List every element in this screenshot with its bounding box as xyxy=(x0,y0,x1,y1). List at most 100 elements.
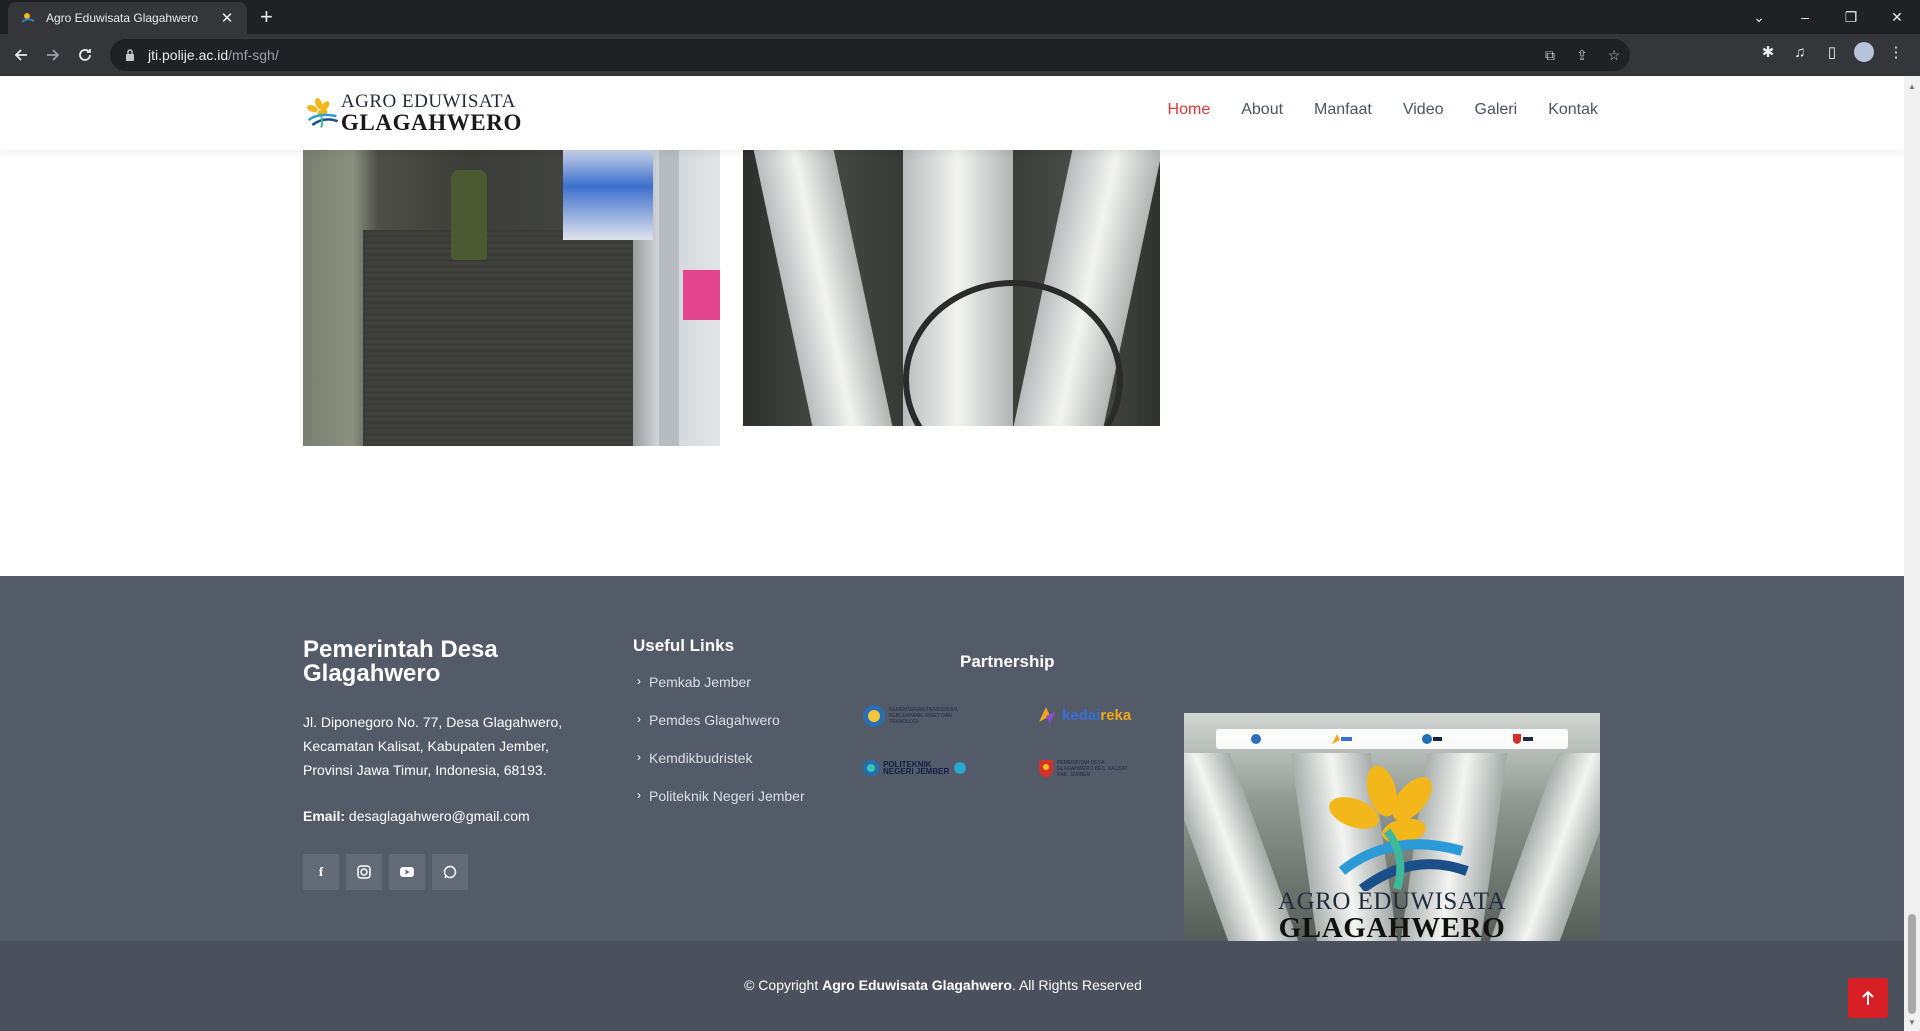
site-header: AGRO EDUWISATA GLAGAHWERO Home About Man… xyxy=(0,76,1904,150)
profile-avatar[interactable] xyxy=(1854,42,1874,62)
partner-logo-desa[interactable]: PEMERINTAH DESA GLAGAHWERO KEC. KALISAT … xyxy=(1038,759,1137,779)
footer-title: Pemerintah Desa Glagahwero xyxy=(303,636,498,687)
banner-kemdikbud-icon xyxy=(1251,734,1262,744)
facebook-icon[interactable]: f xyxy=(303,854,339,890)
chevron-right-icon: › xyxy=(637,788,641,802)
banner-kedaireka-icon xyxy=(1331,734,1352,744)
side-panel-icon[interactable]: ▯ xyxy=(1816,43,1848,61)
media-control-icon[interactable]: ♫ xyxy=(1784,44,1816,61)
chevron-right-icon: › xyxy=(637,674,641,688)
chevron-right-icon: › xyxy=(637,712,641,726)
main-nav: Home About Manfaat Video Galeri Kontak xyxy=(1137,101,1598,119)
browser-menu-icon[interactable]: ⋮ xyxy=(1880,43,1912,61)
footer-address: Jl. Diponegoro No. 77, Desa Glagahwero, … xyxy=(303,714,563,778)
nav-manfaat[interactable]: Manfaat xyxy=(1314,101,1372,119)
bookmark-star-icon[interactable]: ☆ xyxy=(1598,47,1630,64)
nav-galeri[interactable]: Galeri xyxy=(1475,101,1518,119)
omnibox-actions: ⧉ ⇪ ☆ xyxy=(1534,39,1630,71)
back-icon[interactable] xyxy=(8,42,34,68)
whatsapp-icon[interactable] xyxy=(432,854,468,890)
footer-link-polije[interactable]: › Politeknik Negeri Jember xyxy=(637,788,805,826)
photo-shelf xyxy=(563,150,653,240)
link-label: Pemdes Glagahwero xyxy=(649,712,780,728)
promo-text: AGRO EDUWISATA GLAGAHWERO xyxy=(1184,889,1600,941)
email-value[interactable]: desaglagahwero@gmail.com xyxy=(349,808,530,824)
url-path: /mf-sgh/ xyxy=(228,47,279,63)
arrow-up-icon xyxy=(1862,990,1874,1005)
share-icon[interactable]: ⇪ xyxy=(1566,47,1598,64)
jember-crest-icon xyxy=(1039,760,1053,778)
promo-line-1: AGRO EDUWISATA xyxy=(1278,888,1506,915)
partner-text: KEMENTERIAN PENDIDIKAN, KEBUDAYAAN, RISE… xyxy=(889,707,959,725)
reload-icon[interactable] xyxy=(72,42,98,68)
back-to-top-button[interactable] xyxy=(1848,978,1888,1018)
translate-icon[interactable]: ⧉ xyxy=(1534,47,1566,64)
photo-pipe xyxy=(753,150,893,426)
copyright-prefix: © Copyright xyxy=(744,977,819,993)
useful-links-list: › Pemkab Jember › Pemdes Glagahwero › Kemdi… xyxy=(637,674,805,826)
site-footer: Pemerintah Desa Glagahwero Jl. Diponegor… xyxy=(0,576,1904,941)
social-links: f xyxy=(303,854,475,890)
kedai-text: kedai xyxy=(1062,706,1101,724)
partner-logo-polije[interactable]: POLITEKNIK NEGERI JEMBER xyxy=(862,759,967,777)
promo-line-2: GLAGAHWERO xyxy=(1278,912,1506,942)
link-label: Pemkab Jember xyxy=(649,674,751,690)
banner-desa-icon xyxy=(1512,734,1533,744)
extension-icons: ✱ ♫ ▯ ⋮ xyxy=(1752,42,1912,62)
browser-tab[interactable]: Agro Eduwisata Glagahwero ✕ xyxy=(8,2,247,34)
photo-post xyxy=(659,150,679,446)
partner-text: POLITEKNIK NEGERI JEMBER xyxy=(883,760,950,776)
browser-tab-strip: Agro Eduwisata Glagahwero ✕ + ⌄ – ❐ ✕ xyxy=(0,0,1920,34)
footer-link-pemkab[interactable]: › Pemkab Jember xyxy=(637,674,805,712)
logo-mark-icon xyxy=(306,98,339,128)
site-logo[interactable]: AGRO EDUWISATA GLAGAHWERO xyxy=(306,88,522,138)
scroll-down-icon[interactable]: ▼ xyxy=(1908,1018,1916,1027)
photo-bottle xyxy=(451,170,487,260)
footer-link-pemdes[interactable]: › Pemdes Glagahwero xyxy=(637,712,805,750)
promo-partner-banner xyxy=(1216,729,1568,749)
address-bar[interactable]: jti.polije.ac.id /mf-sgh/ ⧉ ⇪ ☆ xyxy=(110,39,1630,71)
photo-floor xyxy=(363,230,633,446)
banner-polije-icon xyxy=(1422,734,1443,744)
partnership-title: Partnership xyxy=(960,652,1055,671)
window-controls: ⌄ – ❐ ✕ xyxy=(1736,0,1920,34)
lock-icon[interactable] xyxy=(122,47,138,63)
forward-icon[interactable] xyxy=(40,42,66,68)
link-label: Politeknik Negeri Jember xyxy=(649,788,805,804)
tab-title: Agro Eduwisata Glagahwero xyxy=(46,11,199,25)
partner-logo-kedaireka[interactable]: kedaireka xyxy=(1036,704,1131,726)
footer-link-kemdikbud[interactable]: › Kemdikbudristek xyxy=(637,750,805,788)
polije-emblem-icon xyxy=(863,760,879,776)
minimize-icon[interactable]: – xyxy=(1782,9,1828,25)
promo-image[interactable]: AGRO EDUWISATA GLAGAHWERO xyxy=(1184,713,1600,941)
tab-close-icon[interactable]: ✕ xyxy=(219,9,235,27)
copyright-bar: © Copyright Agro Eduwisata Glagahwero. A… xyxy=(0,941,1904,1031)
browser-toolbar: jti.polije.ac.id /mf-sgh/ ⧉ ⇪ ☆ ✱ ♫ ▯ ⋮ xyxy=(0,34,1920,76)
copyright-text: © Copyright Agro Eduwisata Glagahwero. A… xyxy=(0,977,1886,993)
tab-search-icon[interactable]: ⌄ xyxy=(1736,9,1782,26)
partner-logo-kemdikbud[interactable]: KEMENTERIAN PENDIDIKAN, KEBUDAYAAN, RISE… xyxy=(862,704,969,728)
close-window-icon[interactable]: ✕ xyxy=(1874,9,1920,26)
new-tab-icon[interactable]: + xyxy=(260,3,273,31)
nav-video[interactable]: Video xyxy=(1403,101,1444,119)
scroll-up-icon[interactable]: ▲ xyxy=(1908,82,1916,91)
logo-line-1: AGRO EDUWISATA xyxy=(340,91,516,112)
nav-home[interactable]: Home xyxy=(1168,101,1211,119)
nav-kontak[interactable]: Kontak xyxy=(1548,101,1598,119)
youtube-icon[interactable] xyxy=(389,854,425,890)
kedaireka-mark-icon xyxy=(1039,707,1055,724)
blu-badge-icon xyxy=(954,762,966,774)
scrollbar-thumb[interactable] xyxy=(1908,914,1916,1014)
gallery-photo-hydroponic-pipes[interactable] xyxy=(743,150,1160,426)
page-scrollbar[interactable]: ▲ ▼ xyxy=(1904,76,1920,1031)
gallery-photo-greenhouse-floor[interactable] xyxy=(303,150,720,446)
restore-icon[interactable]: ❐ xyxy=(1828,9,1874,26)
partner-text: PEMERINTAH DESA GLAGAHWERO KEC. KALISAT … xyxy=(1057,760,1128,778)
instagram-icon[interactable] xyxy=(346,854,382,890)
extensions-puzzle-icon[interactable]: ✱ xyxy=(1752,43,1784,61)
nav-about[interactable]: About xyxy=(1241,101,1283,119)
copyright-suffix: . All Rights Reserved xyxy=(1011,977,1142,993)
footer-email: Email: desaglagahwero@gmail.com xyxy=(303,808,530,824)
copyright-name: Agro Eduwisata Glagahwero xyxy=(822,977,1012,993)
url-host: jti.polije.ac.id xyxy=(148,47,229,63)
